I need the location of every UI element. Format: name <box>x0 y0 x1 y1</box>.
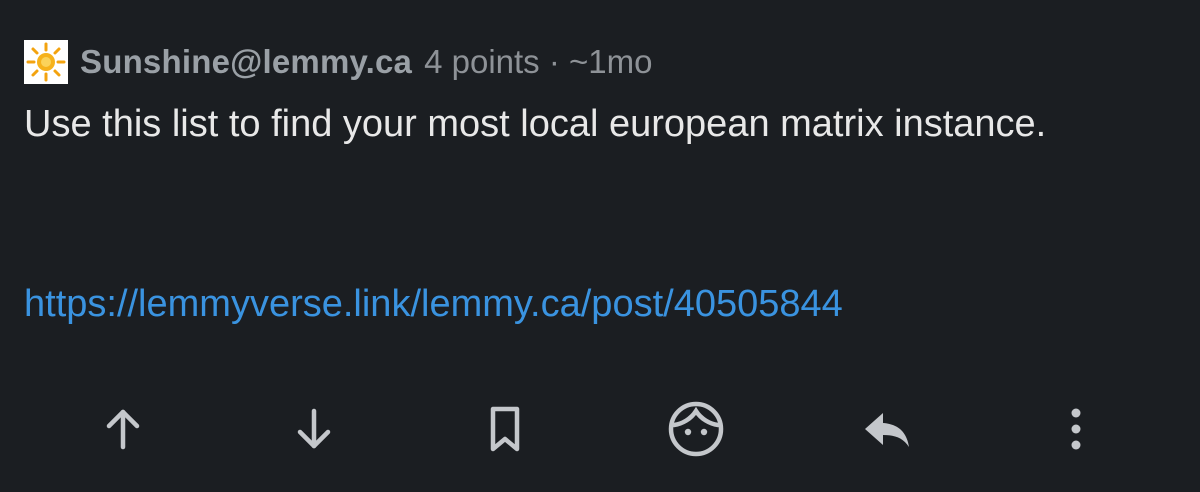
more-vertical-icon <box>1071 408 1081 450</box>
post-link[interactable]: https://lemmyverse.link/lemmy.ca/post/40… <box>24 272 843 336</box>
comment-card: Sunshine@lemmy.ca 4 points · ~1mo Use th… <box>0 0 1200 492</box>
reply-icon <box>865 413 909 447</box>
save-button[interactable] <box>472 396 538 462</box>
comment-actions <box>0 396 1200 462</box>
upvote-arrow-icon <box>106 409 140 450</box>
bookmark-icon <box>490 406 520 452</box>
downvote-button[interactable] <box>281 396 347 462</box>
avatar[interactable] <box>24 40 68 84</box>
more-options-button[interactable] <box>1043 396 1109 462</box>
comment-meta: 4 points · ~1mo <box>424 43 653 80</box>
comment-header: Sunshine@lemmy.ca 4 points · ~1mo <box>24 38 652 86</box>
sun-icon <box>26 42 66 82</box>
face-profile-icon <box>668 401 724 457</box>
profile-button[interactable] <box>663 396 729 462</box>
downvote-arrow-icon <box>297 408 331 449</box>
reply-button[interactable] <box>854 396 920 462</box>
author-name[interactable]: Sunshine@lemmy.ca <box>80 43 412 81</box>
upvote-button[interactable] <box>90 396 156 462</box>
comment-body: Use this list to find your most local eu… <box>24 103 1047 145</box>
